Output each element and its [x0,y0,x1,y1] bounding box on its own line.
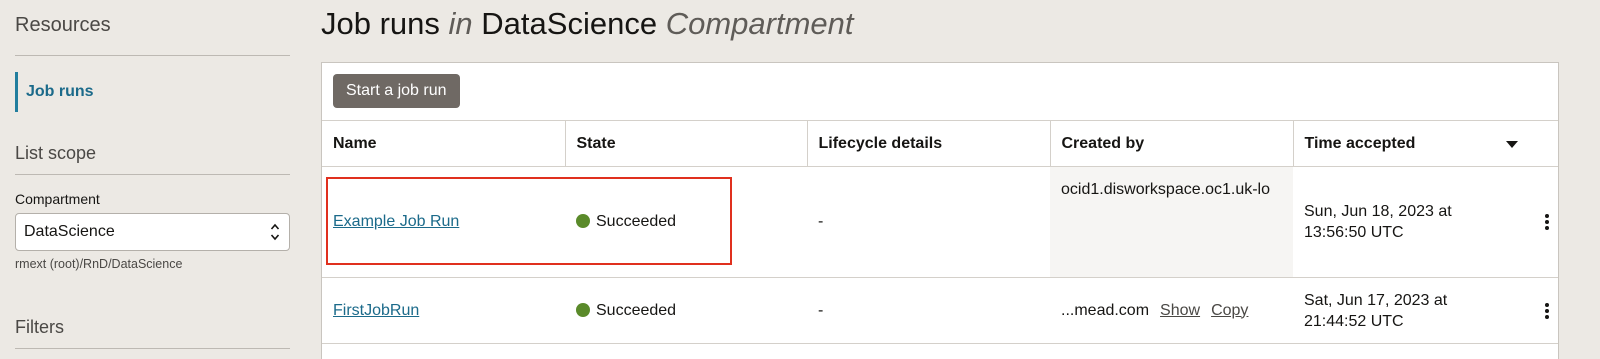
table-row: Example Job Run Succeeded - ocid1.diswor… [322,166,1558,278]
title-compartment-word: Compartment [665,6,854,41]
resources-heading: Resources [15,14,111,36]
job-runs-table: Name State Lifecycle details Created by … [322,120,1558,344]
job-run-name-link[interactable]: Example Job Run [333,213,459,230]
compartment-value: DataScience [24,223,115,240]
job-runs-panel: Start a job run Name State Lifecycle det… [321,62,1559,359]
compartment-label: Compartment [15,191,100,207]
table-header-row: Name State Lifecycle details Created by … [322,120,1558,167]
cell-state: Succeeded [565,166,807,278]
cell-lifecycle: - [807,166,1050,278]
job-run-name-link[interactable]: FirstJobRun [333,302,419,319]
cell-time-accepted: Sat, Jun 17, 2023 at 21:44:52 UTC [1293,277,1558,344]
time-accepted-text: Sat, Jun 17, 2023 at 21:44:52 UTC [1304,291,1448,330]
divider [15,174,290,175]
title-compartment-name: DataScience [481,6,658,41]
column-header-lifecycle[interactable]: Lifecycle details [807,120,1051,167]
divider [15,55,290,56]
list-scope-heading: List scope [15,143,97,163]
cell-created-by: ...mead.com Show Copy [1050,277,1293,344]
start-job-run-button[interactable]: Start a job run [333,74,460,108]
kebab-menu-icon[interactable] [1544,302,1550,320]
cell-lifecycle: - [807,277,1050,344]
chevron-updown-icon [270,223,280,241]
status-dot-icon [576,214,590,228]
compartment-path: rmext (root)/RnD/DataScience [15,257,183,271]
column-header-name[interactable]: Name [322,120,566,167]
cell-name: Example Job Run [322,166,565,278]
column-header-state[interactable]: State [565,120,808,167]
cell-created-by: ocid1.disworkspace.oc1.uk-lo [1050,166,1293,278]
title-main: Job runs [321,6,440,41]
kebab-menu-icon[interactable] [1544,213,1550,231]
cell-time-accepted: Sun, Jun 18, 2023 at 13:56:50 UTC [1293,166,1558,278]
sidebar: Resources Job runs List scope Compartmen… [0,0,300,359]
filters-heading: Filters [15,317,64,337]
divider [15,348,290,349]
compartment-select[interactable]: DataScience [15,213,290,251]
column-header-time-accepted[interactable]: Time accepted [1293,120,1558,167]
column-header-time-accepted-label: Time accepted [1304,134,1416,152]
table-row: FirstJobRun Succeeded - ...mead.com Show C… [322,277,1558,344]
title-in: in [448,6,473,41]
created-by-text: ...mead.com [1061,301,1150,319]
cell-name: FirstJobRun [322,277,565,344]
copy-link[interactable]: Copy [1211,302,1248,319]
show-link[interactable]: Show [1160,302,1200,319]
column-header-created-by[interactable]: Created by [1050,120,1294,167]
page-title: Job runs in DataScience Compartment [321,6,854,42]
sort-caret-icon[interactable] [1506,141,1518,148]
status-dot-icon [576,302,590,317]
cell-state: Succeeded [565,277,807,344]
state-text: Succeeded [596,213,677,230]
time-accepted-text: Sun, Jun 18, 2023 at 13:56:50 UTC [1304,203,1452,241]
state-text: Succeeded [596,301,677,319]
sidebar-item-job-runs[interactable]: Job runs [15,72,215,112]
